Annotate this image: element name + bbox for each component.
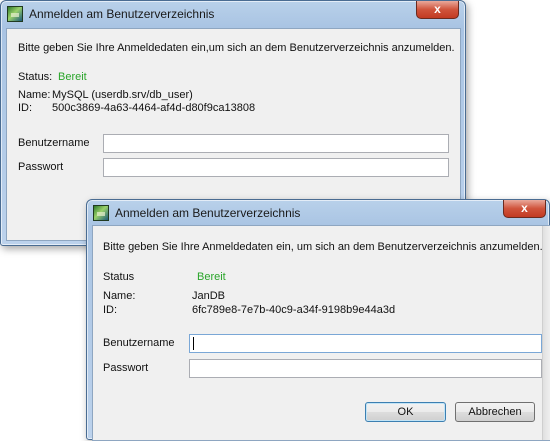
id-label: ID: (103, 304, 118, 316)
password-label: Passwort (103, 362, 149, 374)
dialog-body: Bitte geben Sie Ihre Anmeldedaten ein, u… (92, 225, 550, 441)
scrollbar[interactable] (542, 226, 550, 440)
cancel-button[interactable]: Abbrechen (455, 402, 535, 422)
id-label: ID: (18, 102, 33, 114)
status-label: Status (103, 271, 135, 283)
name-label: Name: (18, 89, 51, 101)
close-button[interactable]: x (503, 200, 546, 218)
login-dialog-front: Anmelden am Benutzerverzeichnis x Bitte … (86, 199, 550, 441)
intro-text: Bitte geben Sie Ihre Anmeldedaten ein,um… (18, 42, 455, 54)
username-input[interactable] (189, 334, 542, 353)
id-value: 6fc789e8-7e7b-40c9-a34f-9198b9e44a3d (192, 304, 396, 316)
app-logo-icon (93, 205, 109, 221)
id-value: 500c3869-4a63-4464-af4d-d80f9ca13808 (52, 102, 256, 114)
status-value: Bereit (197, 271, 226, 283)
ok-button[interactable]: OK (365, 402, 446, 422)
name-label: Name: (103, 290, 136, 302)
username-label: Benutzername (18, 137, 90, 149)
username-label: Benutzername (103, 337, 175, 349)
app-logo-icon (7, 6, 23, 22)
title-bar[interactable]: Anmelden am Benutzerverzeichnis (87, 200, 549, 226)
text-cursor (193, 337, 194, 350)
window-title: Anmelden am Benutzerverzeichnis (29, 7, 215, 21)
intro-text: Bitte geben Sie Ihre Anmeldedaten ein, u… (103, 241, 543, 253)
password-input[interactable] (189, 359, 542, 378)
password-input[interactable] (103, 158, 449, 177)
status-value: Bereit (58, 71, 87, 83)
title-bar[interactable]: Anmelden am Benutzerverzeichnis (1, 1, 465, 27)
name-value: JanDB (192, 290, 226, 302)
window-title: Anmelden am Benutzerverzeichnis (115, 206, 301, 220)
status-label: Status: (18, 71, 53, 83)
password-label: Passwort (18, 161, 64, 173)
close-button[interactable]: x (416, 1, 459, 19)
name-value: MySQL (userdb.srv/db_user) (52, 89, 193, 101)
username-input[interactable] (103, 134, 449, 153)
